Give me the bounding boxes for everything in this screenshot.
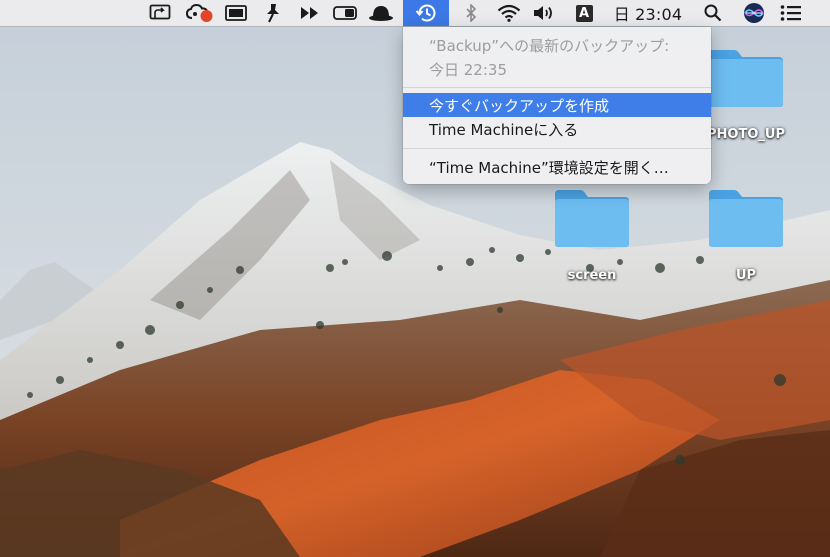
folder-icon bbox=[709, 190, 783, 247]
menubar-cloud-record-icon[interactable] bbox=[184, 0, 216, 26]
menu-item-open-preferences[interactable]: “Time Machine”環境設定を開く… bbox=[403, 155, 711, 179]
menu-bar: A 日 23:04 bbox=[0, 0, 830, 26]
fast-forward-icon bbox=[301, 7, 318, 19]
volume-icon bbox=[534, 6, 552, 20]
menubar-toggle-icon[interactable] bbox=[331, 0, 359, 26]
folder-icon bbox=[709, 50, 783, 107]
window-panel-icon bbox=[225, 5, 247, 21]
wifi-icon bbox=[497, 4, 521, 22]
bluetooth-icon bbox=[466, 4, 477, 22]
menubar-bluetooth-icon[interactable] bbox=[460, 0, 482, 26]
menu-item-enter-time-machine[interactable]: Time Machineに入る bbox=[403, 117, 711, 141]
list-icon bbox=[780, 5, 801, 21]
last-backup-label: “Backup”への最新のバックアップ: bbox=[429, 37, 670, 55]
menu-separator bbox=[403, 87, 711, 88]
folder-label: screen bbox=[567, 268, 617, 283]
menubar-fast-forward-icon[interactable] bbox=[296, 0, 324, 26]
menubar-siri-icon[interactable] bbox=[740, 0, 768, 26]
menubar-bowler-hat-icon[interactable] bbox=[366, 0, 396, 26]
input-source-icon: A bbox=[575, 4, 593, 22]
time-machine-icon bbox=[415, 4, 436, 22]
menubar-screen-mirror-icon[interactable] bbox=[146, 0, 174, 26]
menubar-spotlight-icon[interactable] bbox=[700, 0, 726, 26]
desktop: PHOTO_UP screen UP A 日 23:04 “Backup”への最… bbox=[0, 0, 830, 557]
desktop-folder-photo-up[interactable]: PHOTO_UP bbox=[706, 46, 786, 142]
siri-icon bbox=[744, 3, 764, 23]
folder-icon bbox=[555, 190, 629, 247]
menubar-clock[interactable]: 日 23:04 bbox=[610, 0, 686, 26]
menubar-wifi-icon[interactable] bbox=[495, 0, 523, 26]
search-icon bbox=[704, 4, 722, 22]
menubar-notification-center-icon[interactable] bbox=[776, 0, 806, 26]
menubar-volume-icon[interactable] bbox=[531, 0, 557, 26]
menu-item-back-up-now[interactable]: 今すぐバックアップを作成 bbox=[403, 93, 711, 117]
pin-icon bbox=[267, 4, 279, 23]
menu-separator bbox=[403, 148, 711, 149]
bowler-hat-icon bbox=[369, 6, 393, 21]
folder-label: UP bbox=[735, 268, 757, 283]
screen-share-icon bbox=[149, 4, 171, 20]
last-backup-time: 今日 22:35 bbox=[429, 61, 507, 79]
menu-item-label: Time Machineに入る bbox=[429, 120, 579, 139]
time-machine-menu: “Backup”への最新のバックアップ: 今日 22:35 今すぐバックアップを… bbox=[403, 27, 711, 184]
menu-item-label: 今すぐバックアップを作成 bbox=[429, 96, 610, 115]
menubar-window-icon[interactable] bbox=[222, 0, 250, 26]
clock-text: 日 23:04 bbox=[613, 5, 683, 24]
menu-item-label: “Time Machine”環境設定を開く… bbox=[429, 158, 669, 177]
toggle-switch-icon bbox=[333, 6, 357, 20]
menubar-time-machine-icon[interactable] bbox=[403, 0, 449, 26]
desktop-folder-screen[interactable]: screen bbox=[552, 186, 632, 283]
cloud-record-icon bbox=[186, 3, 213, 22]
menubar-input-source[interactable]: A bbox=[572, 0, 596, 26]
menubar-pin-icon[interactable] bbox=[260, 0, 286, 26]
desktop-folder-up[interactable]: UP bbox=[706, 186, 786, 283]
